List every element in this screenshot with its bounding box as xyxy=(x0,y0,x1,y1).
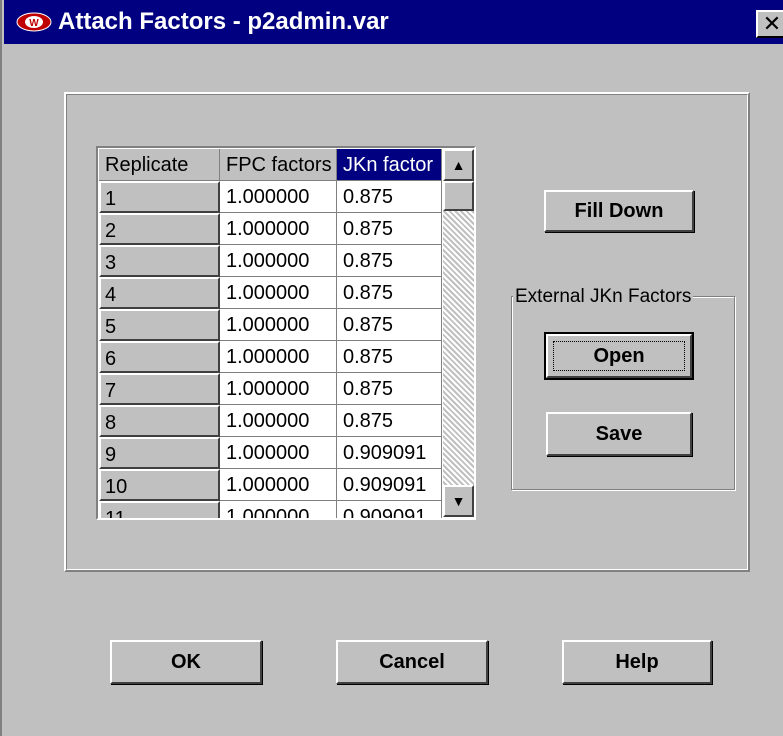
scroll-up-button[interactable]: ▲ xyxy=(443,149,474,181)
replicate-cell[interactable]: 3 xyxy=(99,245,220,277)
table-row[interactable]: 1 1.000000 0.875 xyxy=(99,181,442,213)
jkn-factor-cell[interactable]: 0.875 xyxy=(337,405,442,437)
column-header-replicate[interactable]: Replicate xyxy=(99,149,220,181)
replicate-cell[interactable]: 1 xyxy=(99,181,220,213)
table-row[interactable]: 10 1.000000 0.909091 xyxy=(99,469,442,501)
replicate-cell[interactable]: 4 xyxy=(99,277,220,309)
replicate-cell[interactable]: 5 xyxy=(99,309,220,341)
close-icon: ✕ xyxy=(762,11,782,36)
table-row[interactable]: 8 1.000000 0.875 xyxy=(99,405,442,437)
fpc-factor-cell[interactable]: 1.000000 xyxy=(220,469,337,501)
help-button[interactable]: Help xyxy=(562,640,712,684)
replicate-cell[interactable]: 10 xyxy=(99,469,220,501)
fpc-factor-cell[interactable]: 1.000000 xyxy=(220,245,337,277)
fpc-factor-cell[interactable]: 1.000000 xyxy=(220,213,337,245)
app-icon: W xyxy=(16,12,52,32)
scroll-down-button[interactable]: ▼ xyxy=(443,485,474,517)
cancel-button[interactable]: Cancel xyxy=(336,640,488,684)
arrow-down-icon: ▼ xyxy=(451,493,466,509)
column-header-fpc-factors[interactable]: FPC factors xyxy=(220,149,337,181)
jkn-factor-cell[interactable]: 0.875 xyxy=(337,213,442,245)
replicate-cell[interactable]: 2 xyxy=(99,213,220,245)
fpc-factor-cell[interactable]: 1.000000 xyxy=(220,501,337,518)
table-row[interactable]: 9 1.000000 0.909091 xyxy=(99,437,442,469)
replicate-cell[interactable]: 7 xyxy=(99,373,220,405)
close-button[interactable]: ✕ xyxy=(756,10,783,38)
open-button[interactable]: Open xyxy=(544,332,694,380)
jkn-factor-cell[interactable]: 0.875 xyxy=(337,341,442,373)
table-row[interactable]: 4 1.000000 0.875 xyxy=(99,277,442,309)
fpc-factor-cell[interactable]: 1.000000 xyxy=(220,405,337,437)
table-row[interactable]: 2 1.000000 0.875 xyxy=(99,213,442,245)
fpc-factor-cell[interactable]: 1.000000 xyxy=(220,181,337,213)
table-row[interactable]: 5 1.000000 0.875 xyxy=(99,309,442,341)
jkn-factor-cell[interactable]: 0.875 xyxy=(337,181,442,213)
svg-text:W: W xyxy=(29,18,39,29)
replicate-cell[interactable]: 9 xyxy=(99,437,220,469)
fpc-factor-cell[interactable]: 1.000000 xyxy=(220,277,337,309)
fpc-factor-cell[interactable]: 1.000000 xyxy=(220,309,337,341)
arrow-up-icon: ▲ xyxy=(451,157,466,173)
jkn-factor-cell[interactable]: 0.909091 xyxy=(337,469,442,501)
window-title: Attach Factors - p2admin.var xyxy=(58,8,389,35)
jkn-factor-cell[interactable]: 0.909091 xyxy=(337,437,442,469)
column-header-jkn-factor[interactable]: JKn factor xyxy=(337,149,442,181)
jkn-factor-cell[interactable]: 0.875 xyxy=(337,277,442,309)
jkn-factor-cell[interactable]: 0.875 xyxy=(337,373,442,405)
ok-button[interactable]: OK xyxy=(110,640,262,684)
table-row[interactable]: 3 1.000000 0.875 xyxy=(99,245,442,277)
title-bar[interactable]: W Attach Factors - p2admin.var ✕ xyxy=(4,0,783,44)
vertical-scrollbar[interactable]: ▲ ▼ xyxy=(443,149,474,517)
jkn-factor-cell[interactable]: 0.875 xyxy=(337,245,442,277)
table-row[interactable]: 11 1.000000 0.909091 xyxy=(99,501,442,518)
table-row[interactable]: 7 1.000000 0.875 xyxy=(99,373,442,405)
save-button[interactable]: Save xyxy=(546,412,692,456)
grid-header-row: Replicate FPC factors JKn factor xyxy=(99,149,442,181)
jkn-factor-cell[interactable]: 0.875 xyxy=(337,309,442,341)
jkn-factor-cell[interactable]: 0.909091 xyxy=(337,501,442,518)
fpc-factor-cell[interactable]: 1.000000 xyxy=(220,437,337,469)
scroll-thumb[interactable] xyxy=(443,181,474,211)
fill-down-button[interactable]: Fill Down xyxy=(544,190,694,232)
fpc-factor-cell[interactable]: 1.000000 xyxy=(220,373,337,405)
table-row[interactable]: 6 1.000000 0.875 xyxy=(99,341,442,373)
replicate-cell[interactable]: 8 xyxy=(99,405,220,437)
factors-grid[interactable]: Replicate FPC factors JKn factor 1 1.0000… xyxy=(96,146,476,520)
external-jkn-factors-label: External JKn Factors xyxy=(513,286,694,308)
replicate-cell[interactable]: 11 xyxy=(99,501,220,518)
external-jkn-factors-group xyxy=(511,296,735,490)
attach-factors-dialog: W Attach Factors - p2admin.var ✕ Replica… xyxy=(0,0,783,736)
replicate-cell[interactable]: 6 xyxy=(99,341,220,373)
fpc-factor-cell[interactable]: 1.000000 xyxy=(220,341,337,373)
